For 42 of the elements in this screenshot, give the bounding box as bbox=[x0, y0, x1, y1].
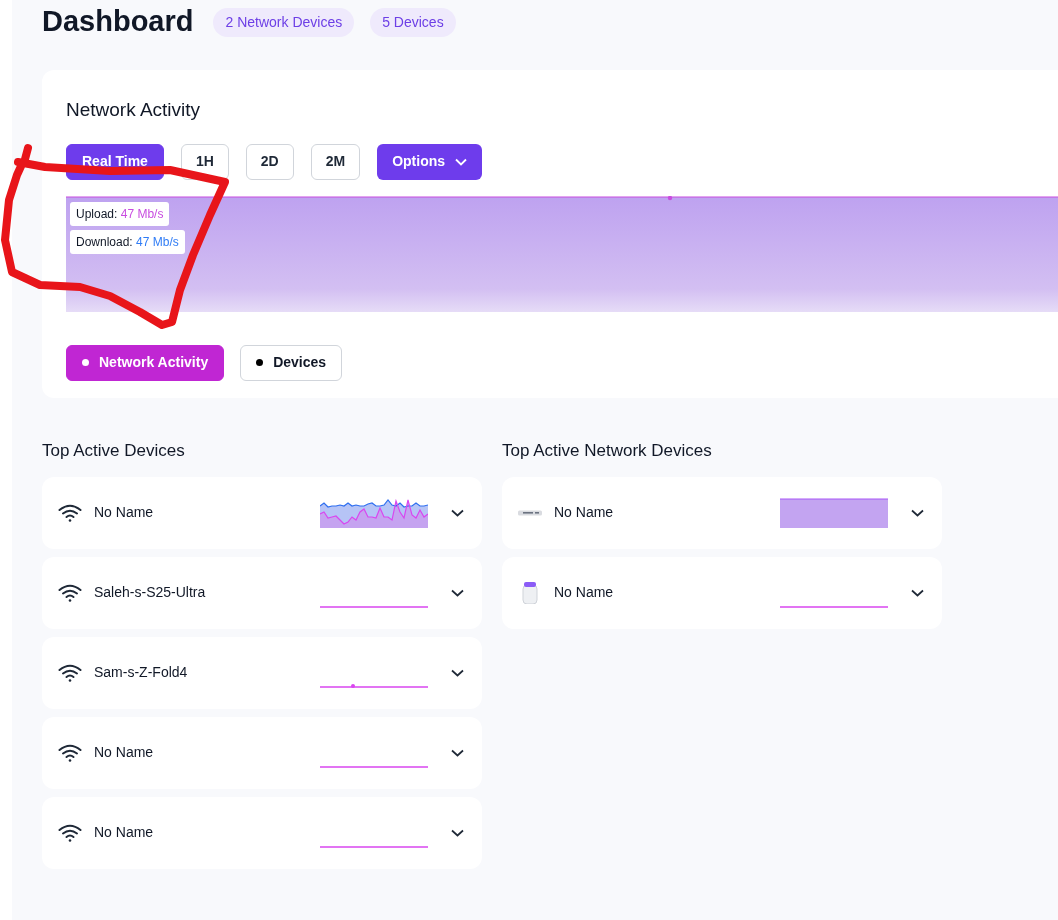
wifi-icon bbox=[58, 823, 82, 842]
device-name: Saleh-s-S25-Ultra bbox=[94, 583, 207, 602]
wifi-icon bbox=[58, 503, 82, 522]
device-row[interactable]: No Name bbox=[502, 476, 942, 549]
chart-tooltip: Upload: 47 Mb/s bbox=[70, 201, 170, 226]
chevron-down-icon[interactable] bbox=[451, 668, 464, 677]
chevron-down-icon bbox=[455, 157, 468, 166]
network-switch-icon bbox=[518, 509, 542, 516]
device-row[interactable]: No Name bbox=[502, 556, 942, 629]
time-range-tab[interactable]: 2D bbox=[245, 143, 294, 180]
device-name: No Name bbox=[94, 823, 155, 842]
device-name: No Name bbox=[554, 503, 615, 522]
wifi-icon bbox=[58, 743, 82, 762]
chevron-down-icon[interactable] bbox=[451, 828, 464, 837]
device-row[interactable]: No Name bbox=[42, 716, 482, 789]
count-badge: 5 Devices bbox=[370, 7, 456, 37]
chevron-down-icon[interactable] bbox=[451, 508, 464, 517]
legend-toggle[interactable]: Network Activity bbox=[66, 344, 225, 381]
device-row[interactable]: Sam-s-Z-Fold4 bbox=[42, 636, 482, 709]
device-row[interactable]: No Name bbox=[42, 796, 482, 869]
chart-tooltip: Download: 47 Mb/s bbox=[70, 229, 185, 254]
card-title: Network Activity bbox=[66, 98, 201, 122]
device-row[interactable]: Saleh-s-S25-Ultra bbox=[42, 556, 482, 629]
device-name: No Name bbox=[554, 583, 615, 602]
router-unit-icon bbox=[522, 581, 538, 604]
chevron-down-icon[interactable] bbox=[911, 588, 924, 597]
device-name: No Name bbox=[94, 743, 155, 762]
wifi-icon bbox=[58, 583, 82, 602]
options-dropdown[interactable]: Options bbox=[377, 143, 483, 180]
legend-toggle[interactable]: Devices bbox=[240, 344, 343, 381]
device-row[interactable]: No Name bbox=[42, 476, 482, 549]
wifi-icon bbox=[58, 663, 82, 682]
page-title: Dashboard bbox=[42, 4, 194, 40]
section-title: Top Active Network Devices bbox=[502, 440, 712, 462]
time-range-tab[interactable]: 2M bbox=[310, 143, 361, 180]
chevron-down-icon[interactable] bbox=[911, 508, 924, 517]
count-badge: 2 Network Devices bbox=[213, 7, 355, 37]
device-name: No Name bbox=[94, 503, 155, 522]
section-title: Top Active Devices bbox=[42, 440, 185, 462]
device-name: Sam-s-Z-Fold4 bbox=[94, 663, 189, 682]
chevron-down-icon[interactable] bbox=[451, 588, 464, 597]
chevron-down-icon[interactable] bbox=[451, 748, 464, 757]
